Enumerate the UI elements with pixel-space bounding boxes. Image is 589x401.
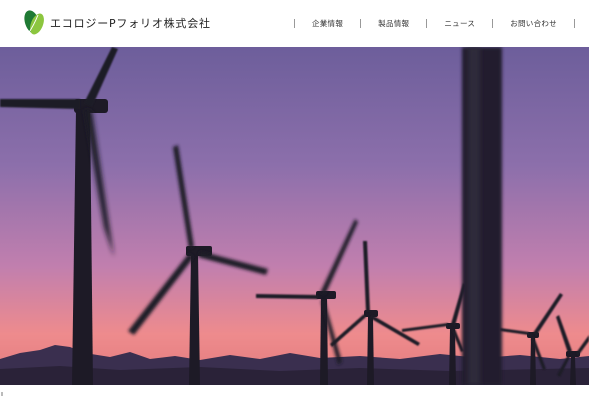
leaf-icon	[24, 10, 44, 35]
nav-divider	[574, 18, 575, 28]
nav-item-news[interactable]: ニュース	[427, 18, 492, 29]
scroll-indicator	[1, 392, 3, 396]
global-nav: 企業情報 製品情報 ニュース お問い合わせ	[293, 14, 575, 32]
nav-item-products[interactable]: 製品情報	[361, 18, 426, 29]
page-bottom-strip	[0, 385, 589, 401]
company-logo[interactable]: エコロジーPフォリオ株式会社	[22, 9, 211, 37]
site-header: エコロジーPフォリオ株式会社 企業情報 製品情報 ニュース お問い合わせ	[0, 0, 589, 47]
nav-item-company[interactable]: 企業情報	[295, 18, 360, 29]
foreground-turbine-tower	[462, 47, 502, 385]
nav-item-contact[interactable]: お問い合わせ	[493, 18, 574, 29]
wind-turbines-illustration	[0, 47, 589, 385]
hero-image	[0, 47, 589, 385]
company-name: エコロジーPフォリオ株式会社	[50, 17, 211, 30]
